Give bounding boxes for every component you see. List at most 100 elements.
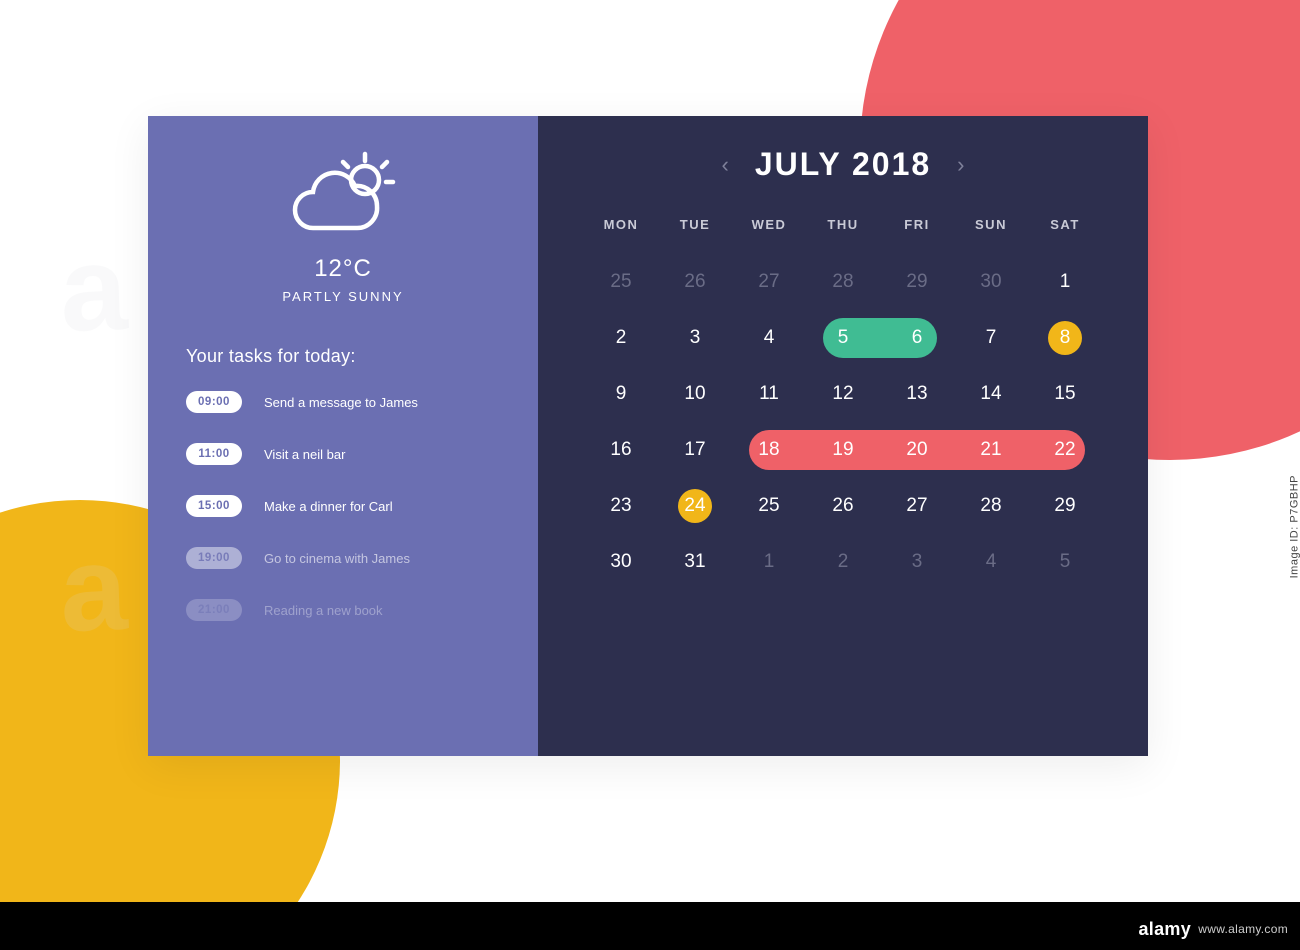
day-number: 17 — [684, 439, 705, 461]
calendar-day[interactable]: 27 — [732, 254, 806, 310]
task-row[interactable]: 09:00 Send a message to James — [186, 391, 500, 413]
calendar-day[interactable]: 6 — [880, 310, 954, 366]
day-number: 22 — [1054, 439, 1075, 461]
calendar-header: ‹ JULY 2018 › — [584, 146, 1102, 183]
calendar-grid: 2526272829301234567891011121314151617181… — [584, 254, 1102, 590]
calendar-day[interactable]: 2 — [584, 310, 658, 366]
calendar-day[interactable]: 9 — [584, 366, 658, 422]
day-number: 21 — [980, 439, 1001, 461]
day-number: 18 — [758, 439, 779, 461]
day-number: 10 — [684, 383, 705, 405]
day-number: 9 — [616, 383, 627, 405]
watermark-image-id: Image ID: P7GBHP — [1288, 475, 1300, 578]
day-number: 11 — [759, 383, 779, 405]
day-number: 7 — [986, 327, 997, 349]
task-row[interactable]: 11:00Visit a neil bar — [186, 443, 500, 465]
day-number: 1 — [1060, 271, 1071, 293]
calendar-day[interactable]: 12 — [806, 366, 880, 422]
calendar-card: 12°C PARTLY SUNNY Your tasks for today: … — [148, 116, 1148, 756]
day-number: 28 — [832, 271, 853, 293]
calendar-day[interactable]: 22 — [1028, 422, 1102, 478]
calendar-day[interactable]: 7 — [954, 310, 1028, 366]
calendar-day[interactable]: 28 — [954, 478, 1028, 534]
calendar-day[interactable]: 25 — [584, 254, 658, 310]
task-row[interactable]: 19:00Go to cinema with James — [186, 547, 500, 569]
calendar-day[interactable]: 8 — [1028, 310, 1102, 366]
calendar-panel: ‹ JULY 2018 › MONTUEWEDTHUFRISUNSAT 2526… — [538, 116, 1148, 756]
calendar-day[interactable]: 29 — [880, 254, 954, 310]
calendar-day[interactable]: 11 — [732, 366, 806, 422]
calendar-day[interactable]: 2 — [806, 534, 880, 590]
weekday-label: SUN — [954, 217, 1028, 232]
weather-block: 12°C PARTLY SUNNY — [186, 146, 500, 304]
weekday-row: MONTUEWEDTHUFRISUNSAT — [584, 217, 1102, 232]
cloud-sun-icon — [283, 150, 403, 242]
calendar-day[interactable]: 3 — [880, 534, 954, 590]
calendar-day[interactable]: 28 — [806, 254, 880, 310]
day-number: 24 — [684, 495, 705, 517]
calendar-day[interactable]: 13 — [880, 366, 954, 422]
calendar-day[interactable]: 3 — [658, 310, 732, 366]
day-number: 2 — [838, 551, 849, 573]
calendar-day[interactable]: 5 — [1028, 534, 1102, 590]
day-number: 25 — [610, 271, 631, 293]
calendar-title: JULY 2018 — [755, 146, 931, 183]
calendar-day[interactable]: 5 — [806, 310, 880, 366]
calendar-day[interactable]: 26 — [658, 254, 732, 310]
weekday-label: SAT — [1028, 217, 1102, 232]
day-number: 30 — [610, 551, 631, 573]
watermark-url-text: www.alamy.com — [1198, 922, 1288, 936]
task-row[interactable]: 21:00 Reading a new book — [186, 599, 500, 621]
calendar-day[interactable]: 10 — [658, 366, 732, 422]
day-number: 27 — [906, 495, 927, 517]
calendar-day[interactable]: 15 — [1028, 366, 1102, 422]
task-text: Reading a new book — [264, 603, 383, 618]
day-number: 3 — [690, 327, 701, 349]
calendar-day[interactable]: 1 — [732, 534, 806, 590]
day-number: 5 — [838, 327, 849, 349]
task-time-pill: 21:00 — [186, 599, 242, 621]
task-time-pill: 11:00 — [186, 443, 242, 465]
calendar-day[interactable]: 4 — [732, 310, 806, 366]
task-text: Make a dinner for Carl — [264, 499, 393, 514]
prev-month-button[interactable]: ‹ — [721, 152, 728, 178]
calendar-day[interactable]: 30 — [584, 534, 658, 590]
weekday-label: WED — [732, 217, 806, 232]
next-month-button[interactable]: › — [957, 152, 964, 178]
calendar-day[interactable]: 21 — [954, 422, 1028, 478]
tasks-list: 09:00 Send a message to James 11:00Visit a… — [186, 391, 500, 621]
day-number: 27 — [758, 271, 779, 293]
task-text: Go to cinema with James — [264, 551, 410, 566]
calendar-day[interactable]: 18 — [732, 422, 806, 478]
calendar-day[interactable]: 20 — [880, 422, 954, 478]
day-number: 19 — [832, 439, 853, 461]
calendar-day[interactable]: 25 — [732, 478, 806, 534]
weekday-label: MON — [584, 217, 658, 232]
calendar-day[interactable]: 26 — [806, 478, 880, 534]
day-number: 14 — [980, 383, 1001, 405]
day-number: 13 — [906, 383, 927, 405]
calendar-day[interactable]: 31 — [658, 534, 732, 590]
weekday-label: TUE — [658, 217, 732, 232]
weekday-label: FRI — [880, 217, 954, 232]
day-number: 4 — [764, 327, 775, 349]
day-number: 29 — [1054, 495, 1075, 517]
day-number: 12 — [832, 383, 853, 405]
day-number: 23 — [610, 495, 631, 517]
task-time-pill: 09:00 — [186, 391, 242, 413]
calendar-day[interactable]: 17 — [658, 422, 732, 478]
task-row[interactable]: 15:00Make a dinner for Carl — [186, 495, 500, 517]
calendar-day[interactable]: 4 — [954, 534, 1028, 590]
calendar-day[interactable]: 16 — [584, 422, 658, 478]
calendar-day[interactable]: 19 — [806, 422, 880, 478]
calendar-day[interactable]: 24 — [658, 478, 732, 534]
calendar-day[interactable]: 14 — [954, 366, 1028, 422]
calendar-day[interactable]: 27 — [880, 478, 954, 534]
calendar-day[interactable]: 1 — [1028, 254, 1102, 310]
task-text: Send a message to James — [264, 395, 418, 410]
calendar-day[interactable]: 29 — [1028, 478, 1102, 534]
day-number: 2 — [616, 327, 627, 349]
calendar-day[interactable]: 23 — [584, 478, 658, 534]
calendar-day[interactable]: 30 — [954, 254, 1028, 310]
day-number: 15 — [1054, 383, 1075, 405]
